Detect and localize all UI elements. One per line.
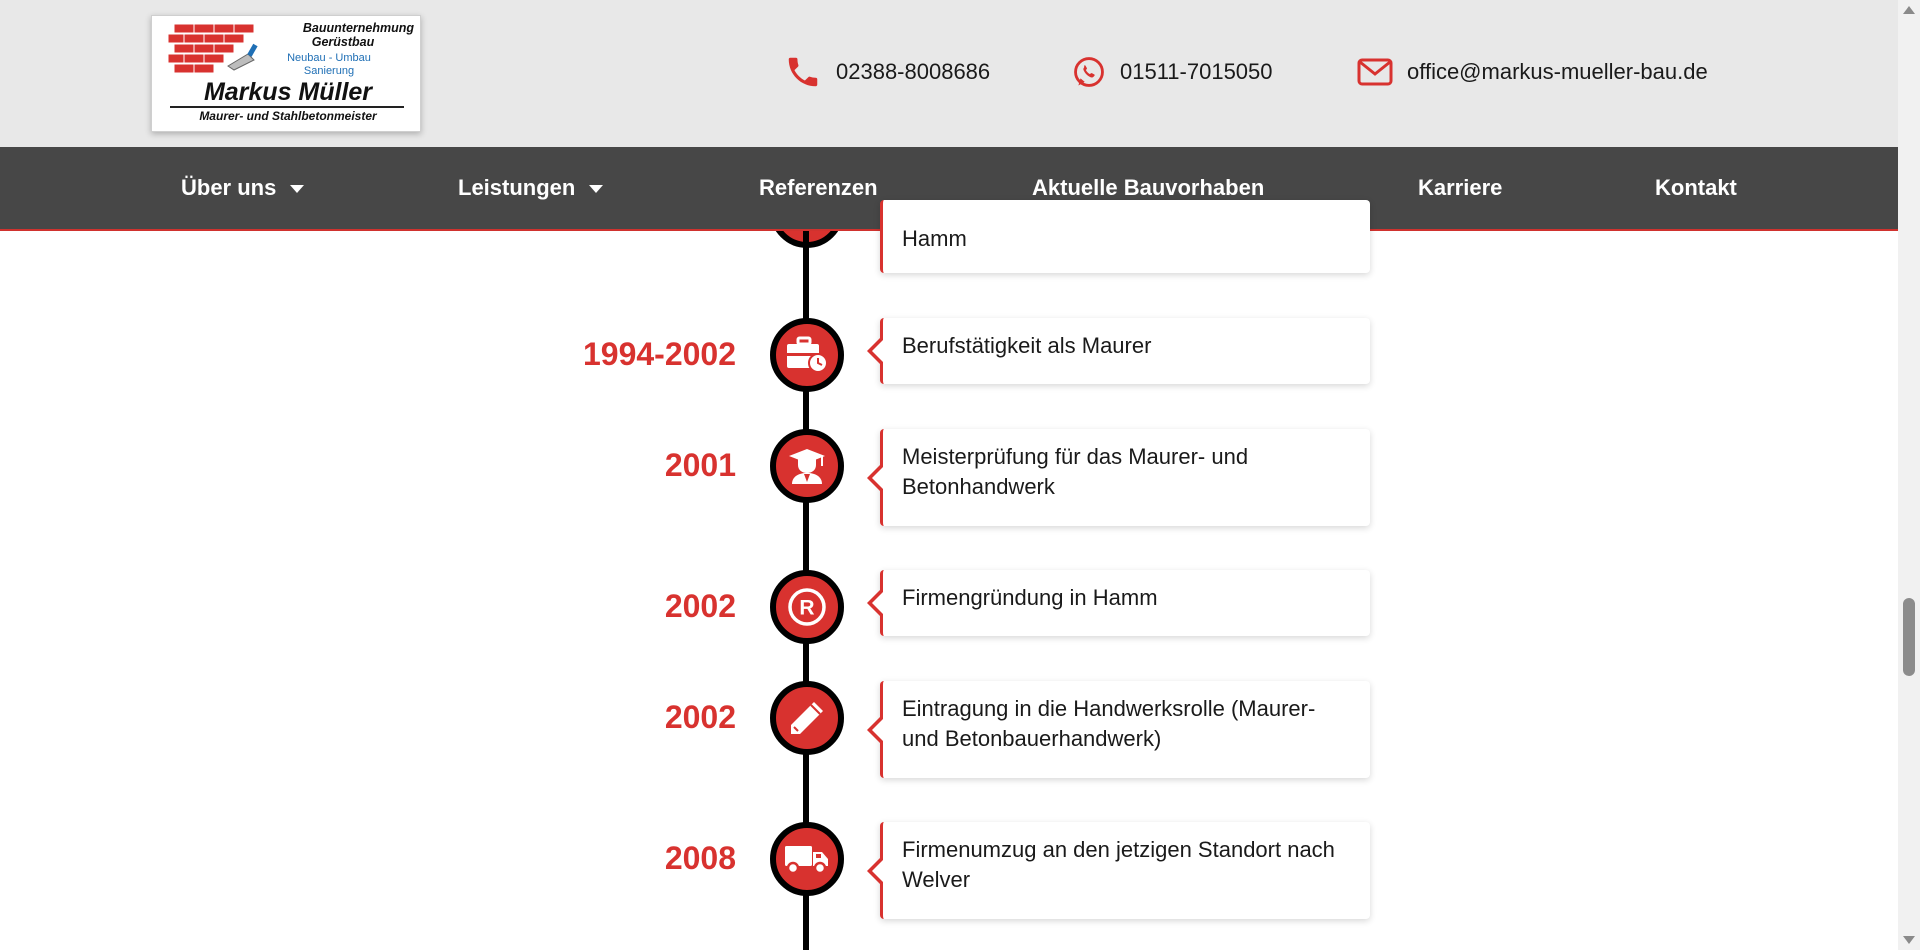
timeline-dot — [770, 318, 844, 392]
whatsapp-contact[interactable]: 01511-7015050 — [1072, 52, 1273, 92]
timeline-year: 2002 — [664, 699, 736, 735]
nav-item-label: Referenzen — [759, 175, 878, 200]
whatsapp-icon — [1074, 57, 1104, 87]
scroll-down-arrow-icon[interactable] — [1903, 936, 1915, 944]
timeline-card: Berufstätigkeit als Maurer — [867, 318, 1370, 384]
email-contact[interactable]: office@markus-mueller-bau.de — [1357, 52, 1708, 92]
timeline-card-text: Berufstätigkeit als Maurer — [902, 333, 1152, 358]
timeline-dot — [770, 681, 844, 755]
logo-line-sanierung: Sanierung — [303, 65, 355, 77]
timeline-dot: R — [770, 570, 844, 644]
page-scrollbar[interactable] — [1898, 0, 1920, 950]
timeline-year: 1994-2002 — [582, 336, 736, 372]
timeline-year: 2008 — [664, 840, 736, 876]
registered-icon: R — [788, 588, 826, 626]
nav-item-ueber-uns[interactable]: Über uns — [181, 147, 305, 229]
phone-contact[interactable]: 02388-8008686 — [784, 52, 990, 92]
caret-down-icon — [290, 185, 305, 193]
phone-icon — [788, 57, 818, 87]
nav-item-label: Über uns — [181, 175, 277, 200]
nav-item-referenzen[interactable]: Referenzen — [759, 147, 878, 229]
briefcase-clock-icon — [787, 336, 828, 373]
truck-icon — [785, 846, 828, 875]
timeline-card-text: Hamm — [902, 226, 967, 251]
logo-line-neubau: Neubau - Umbau — [287, 52, 371, 64]
nav-item-label: Aktuelle Bauvorhaben — [1032, 175, 1265, 200]
logo-company-name: Markus Müller — [203, 78, 373, 106]
timeline-card: Eintragung in die Handwerksrolle (Maurer… — [867, 681, 1370, 778]
timeline-card-text: Meisterprüfung für das Maurer- und Beton… — [902, 444, 1249, 499]
nav-item-label: Kontakt — [1655, 175, 1737, 200]
header-topbar: Bauunternehmung Gerüstbau Neubau - Umbau… — [0, 0, 1898, 147]
brick-wall-logo-icon — [168, 24, 258, 74]
scroll-up-arrow-icon[interactable] — [1903, 6, 1915, 14]
nav-item-label: Karriere — [1418, 175, 1503, 200]
phone-number[interactable]: 02388-8008686 — [836, 59, 990, 85]
timeline-year: 2002 — [664, 588, 736, 624]
caret-down-icon — [589, 185, 604, 193]
nav-item-label: Leistungen — [458, 175, 576, 200]
logo-line-geruestbau: Gerüstbau — [311, 35, 375, 49]
timeline-card-text: Firmengründung in Hamm — [902, 585, 1158, 610]
nav-item-leistungen[interactable]: Leistungen — [458, 147, 604, 229]
timeline-dot — [770, 429, 844, 503]
nav-item-kontakt[interactable]: Kontakt — [1655, 147, 1737, 229]
timeline-card: Firmenumzug an den jetzigen Standort nac… — [867, 822, 1370, 919]
nav-item-karriere[interactable]: Karriere — [1418, 147, 1502, 229]
email-address[interactable]: office@markus-mueller-bau.de — [1407, 59, 1708, 85]
timeline-card-partial: Hamm — [880, 200, 1370, 273]
logo-line-bauunternehmung: Bauunternehmung — [302, 21, 414, 35]
logo-tagline: Maurer- und Stahlbetonmeister — [199, 109, 377, 123]
timeline-card-text: Firmenumzug an den jetzigen Standort nac… — [902, 837, 1335, 892]
timeline-year: 2001 — [664, 447, 736, 483]
timeline-card: Firmengründung in Hamm — [867, 570, 1370, 636]
graduate-icon — [789, 449, 825, 484]
envelope-icon — [1357, 58, 1393, 86]
logo-divider — [170, 106, 404, 108]
pencil-icon — [791, 702, 823, 734]
scrollbar-thumb[interactable] — [1903, 598, 1915, 676]
svg-text:R: R — [799, 597, 814, 620]
timeline-dot — [770, 822, 844, 896]
whatsapp-number[interactable]: 01511-7015050 — [1120, 59, 1273, 85]
timeline-card-text: Eintragung in die Handwerksrolle (Maurer… — [902, 696, 1316, 751]
company-logo[interactable]: Bauunternehmung Gerüstbau Neubau - Umbau… — [151, 15, 421, 132]
timeline-card: Meisterprüfung für das Maurer- und Beton… — [867, 429, 1370, 526]
